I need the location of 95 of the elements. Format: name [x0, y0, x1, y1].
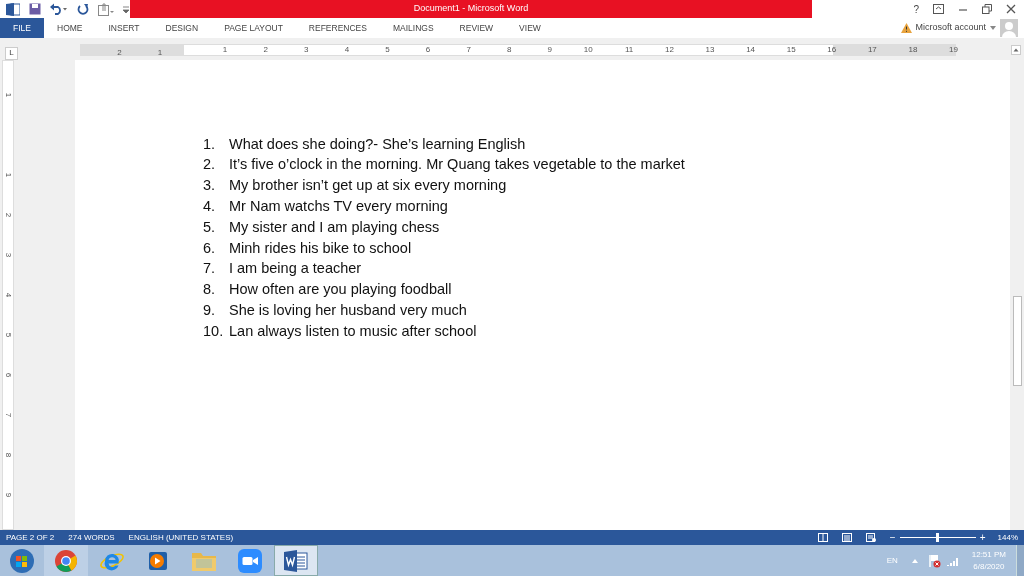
- list-item-text: My brother isn’t get up at six every morning: [229, 176, 507, 196]
- ribbon-tab[interactable]: REVIEW: [446, 18, 507, 38]
- ruler-number: 5: [385, 46, 390, 54]
- scroll-thumb[interactable]: [1012, 296, 1022, 386]
- warning-icon: [901, 23, 913, 33]
- zoom-slider[interactable]: [899, 533, 976, 542]
- ruler-number: 1: [222, 46, 228, 54]
- clock-time: 12:51 PM: [971, 548, 1006, 561]
- list-item-text: What does she doing?- She’s learning English: [229, 134, 526, 154]
- ruler-number: 6: [4, 372, 12, 378]
- ruler-number: 8: [507, 46, 512, 54]
- ruler-number: 4: [4, 292, 12, 298]
- list-number: 2.: [203, 155, 217, 175]
- ruler-number: 18: [908, 46, 918, 54]
- ruler-number: 2: [117, 48, 122, 57]
- ruler-number: 2: [4, 212, 12, 218]
- ruler-number: 1: [4, 92, 12, 98]
- list-item-text: Minh rides his bike to school: [229, 238, 412, 258]
- ruler-number: 3: [4, 252, 12, 258]
- zoom-thumb[interactable]: [936, 533, 940, 542]
- ribbon-tab[interactable]: HOME: [44, 18, 96, 38]
- web-layout-icon[interactable]: [865, 533, 876, 542]
- restore-icon[interactable]: [982, 4, 992, 14]
- ruler-number: 7: [4, 412, 12, 418]
- ruler-number: 19: [949, 46, 958, 54]
- tab-selector[interactable]: L: [5, 46, 18, 60]
- ruler-number: 7: [466, 46, 471, 54]
- ruler-number: 15: [786, 46, 796, 54]
- touch-mode-icon[interactable]: [98, 2, 114, 16]
- save-icon[interactable]: [29, 3, 41, 15]
- list-number: 10.: [203, 321, 225, 341]
- list-item-text: I am being a teacher: [229, 259, 362, 279]
- ribbon-tab[interactable]: VIEW: [506, 18, 554, 38]
- ribbon-tab[interactable]: INSERT: [95, 18, 153, 38]
- customize-caret-icon[interactable]: [123, 5, 129, 13]
- ruler-number: 11: [624, 46, 634, 54]
- list-item-text: She is loving her husband very much: [229, 300, 467, 320]
- ruler-number: 1: [157, 48, 163, 57]
- list-number: 5.: [203, 217, 217, 237]
- account-button[interactable]: Microsoft account: [915, 21, 986, 35]
- ribbon-display-icon[interactable]: [933, 4, 944, 14]
- ruler-number: 1: [4, 172, 12, 178]
- ruler-number: 3: [304, 46, 309, 54]
- read-mode-icon[interactable]: [817, 533, 828, 542]
- ruler-number: 8: [4, 452, 12, 458]
- ruler-number: 6: [425, 46, 431, 54]
- status-text[interactable]: PAGE 2 OF 2: [6, 531, 55, 544]
- clock-date: 6/8/2020: [973, 560, 1005, 573]
- list-number: 3.: [203, 176, 217, 196]
- ruler-number: 17: [867, 46, 877, 54]
- list-number: 1.: [203, 134, 217, 154]
- zoom-in-button[interactable]: +: [979, 532, 986, 543]
- word-icon: [284, 549, 308, 572]
- close-icon[interactable]: [1006, 4, 1016, 14]
- ruler-number: 9: [547, 46, 553, 54]
- list-number: 7.: [203, 259, 217, 279]
- status-text[interactable]: ENGLISH (UNITED STATES): [128, 531, 234, 544]
- list-number: 9.: [203, 300, 217, 320]
- print-layout-icon[interactable]: [841, 533, 852, 542]
- list-number: 8.: [203, 280, 217, 300]
- undo-icon[interactable]: [50, 3, 68, 15]
- window-title: Document1 - Microsoft Word: [413, 2, 529, 16]
- ruler-number: 10: [583, 46, 593, 54]
- taskbar-app[interactable]: [274, 545, 318, 576]
- status-text[interactable]: 274 WORDS: [68, 531, 115, 544]
- list-item-text: Mr Nam watchs TV every morning: [229, 196, 448, 216]
- ruler-number: 9: [4, 492, 12, 498]
- redo-icon[interactable]: [77, 3, 89, 15]
- ruler-number: 2: [263, 46, 268, 54]
- ruler-number: 14: [746, 46, 756, 54]
- ruler-number: 4: [344, 46, 350, 54]
- help-button[interactable]: ?: [913, 1, 919, 17]
- ribbon-tab[interactable]: PAGE LAYOUT: [211, 18, 296, 38]
- chrome-icon: [54, 548, 78, 573]
- caret-icon[interactable]: [990, 26, 996, 30]
- scroll-up-icon[interactable]: [1011, 45, 1021, 55]
- media-player-icon: [147, 549, 169, 572]
- list-item-text: It’s five o’clock in the morning. Mr Quang takes vegetable to the market: [229, 155, 685, 175]
- ruler-number: 12: [664, 46, 674, 54]
- ruler-number: 13: [705, 46, 715, 54]
- list-number: 6.: [203, 238, 217, 258]
- zoom-out-button[interactable]: −: [889, 532, 896, 543]
- list-item-text: How often are you playing foodball: [229, 280, 452, 300]
- list-item-text: Lan always listen to music after school: [229, 321, 477, 341]
- video-camera-icon: [238, 548, 262, 573]
- list-item-text: My sister and I am playing chess: [229, 217, 440, 237]
- ribbon-tab[interactable]: REFERENCES: [295, 18, 380, 38]
- ruler-number: 5: [4, 332, 12, 338]
- ribbon-tab[interactable]: DESIGN: [152, 18, 212, 38]
- zoom-level[interactable]: 144%: [997, 531, 1018, 544]
- ribbon-tab[interactable]: FILE: [0, 18, 44, 38]
- ruler-number: 16: [827, 46, 837, 54]
- list-number: 4.: [203, 196, 217, 216]
- ribbon-tab[interactable]: MAILINGS: [379, 18, 447, 38]
- flag-warning-icon[interactable]: [927, 553, 942, 568]
